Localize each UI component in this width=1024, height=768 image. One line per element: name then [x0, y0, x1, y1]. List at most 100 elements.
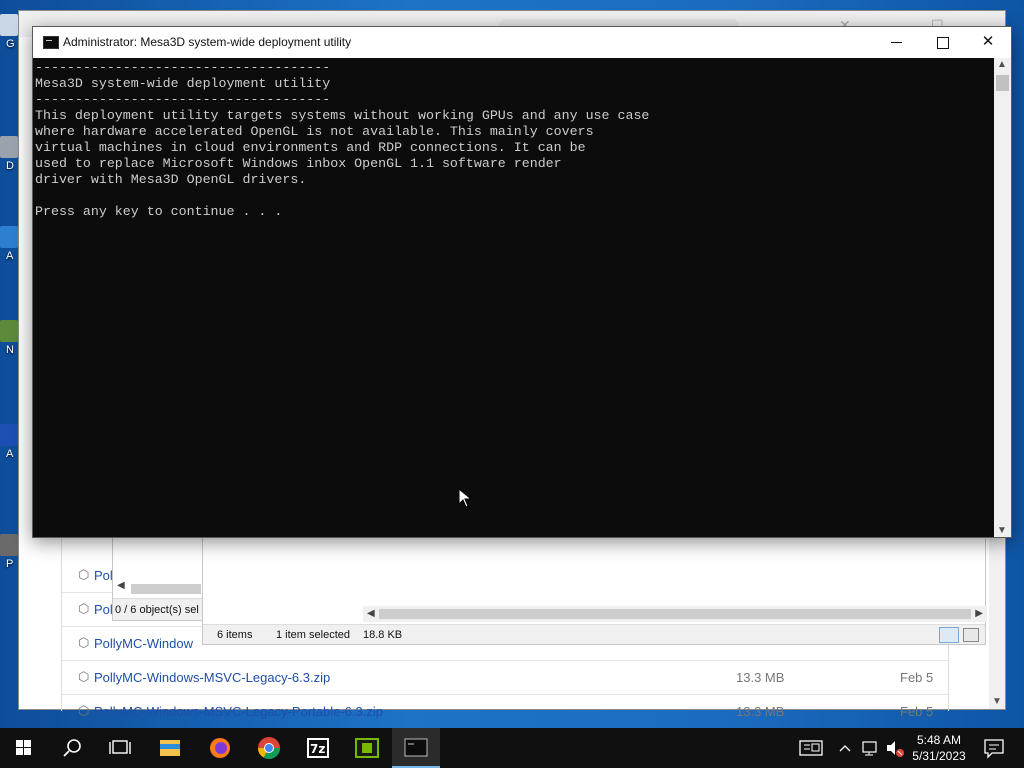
console-line: driver with Mesa3D OpenGL drivers. — [35, 172, 307, 187]
desktop-icon[interactable]: A — [0, 424, 20, 460]
task-view-button[interactable] — [96, 728, 144, 768]
desktop-icon[interactable]: G — [0, 14, 20, 50]
taskbar: 7z 5:48 AM 5/31/2023 — [0, 728, 1024, 768]
clock-date: 5/31/2023 — [912, 749, 966, 763]
console-line: Press any key to continue . . . — [35, 204, 283, 219]
console-line: virtual machines in cloud environments a… — [35, 140, 586, 155]
start-button[interactable] — [0, 728, 48, 768]
package-icon: ⬡ — [78, 601, 90, 616]
package-icon: ⬡ — [78, 703, 90, 718]
console-line: This deployment utility targets systems … — [35, 108, 650, 123]
file-link[interactable]: PollyMC-Windows-MSVC-Legacy-Portable-6.3… — [94, 704, 383, 719]
details-view-icon[interactable] — [939, 627, 959, 643]
scroll-up-icon[interactable]: ▲ — [997, 59, 1007, 70]
console-window[interactable]: Administrator: Mesa3D system-wide deploy… — [32, 26, 1012, 538]
svg-text:7z: 7z — [310, 742, 325, 756]
desktop-shortcut-icon — [0, 136, 18, 158]
desktop-shortcut-icon — [0, 424, 18, 446]
console-icon — [404, 738, 428, 757]
notification-icon[interactable] — [980, 728, 1008, 768]
chrome-icon — [258, 737, 280, 759]
clock-time: 5:48 AM — [916, 733, 962, 747]
item-count: 6 items — [217, 629, 253, 641]
taskbar-app-chrome[interactable] — [245, 728, 293, 768]
console-line: ------------------------------------- — [35, 60, 331, 75]
console-line: Mesa3D system-wide deployment utility — [35, 76, 331, 91]
desktop-icon[interactable]: A — [0, 226, 20, 262]
console-app-icon[interactable] — [43, 36, 59, 49]
firefox-icon — [210, 738, 230, 758]
desktop-shortcut-icon — [0, 14, 18, 36]
desktop-icon-label: G — [6, 38, 15, 50]
console-line: where hardware accelerated OpenGL is not… — [35, 124, 594, 139]
scroll-right-icon[interactable]: ▶ — [975, 608, 983, 619]
horizontal-scrollbar[interactable]: ◀ ▶ — [363, 606, 987, 622]
file-date: Feb 5 — [900, 670, 934, 685]
file-link[interactable]: PollyMC-Windows-MSVC-Legacy-6.3.zip — [94, 670, 330, 685]
desktop-icon[interactable]: P — [0, 534, 20, 570]
maximize-button[interactable] — [919, 27, 965, 57]
scroll-thumb[interactable] — [996, 75, 1009, 91]
mouse-cursor-icon — [458, 488, 473, 508]
desktop-shortcut-icon — [0, 226, 18, 248]
console-titlebar[interactable]: Administrator: Mesa3D system-wide deploy… — [33, 27, 1011, 58]
taskbar-app-firefox[interactable] — [196, 728, 244, 768]
7zip-left-status: 0 / 6 object(s) sel — [113, 598, 203, 620]
taskbar-app-file-explorer[interactable] — [146, 728, 194, 768]
start-icon — [16, 740, 31, 755]
news-icon[interactable] — [796, 728, 826, 768]
selection-size: 18.8 KB — [363, 629, 403, 641]
minimize-button[interactable] — [873, 27, 919, 57]
desktop-icon-label: A — [6, 250, 14, 262]
taskbar-app-7zip[interactable]: 7z — [294, 728, 342, 768]
desktop-shortcut-icon — [0, 534, 18, 556]
taskbar-clock[interactable]: 5:48 AM 5/31/2023 — [906, 732, 972, 764]
scroll-down-icon[interactable]: ▼ — [997, 525, 1007, 536]
file-link[interactable]: PollyMC-Window — [94, 636, 193, 651]
package-icon: ⬡ — [78, 635, 90, 650]
desktop-icon-label: A — [6, 448, 14, 460]
console-output[interactable]: ------------------------------------- Me… — [33, 58, 994, 537]
taskbar-app-console[interactable] — [392, 728, 440, 768]
scroll-left-icon[interactable]: ◀ — [367, 608, 375, 619]
7zip-icon: 7z — [307, 738, 329, 758]
list-item[interactable]: ⬡ PollyMC-Windows-MSVC-Legacy-6.3.zip 13… — [62, 661, 950, 695]
volume-muted-icon[interactable] — [884, 728, 906, 768]
console-line: ------------------------------------- — [35, 92, 331, 107]
package-icon: ⬡ — [78, 567, 90, 582]
nvidia-icon — [355, 738, 379, 758]
search-icon — [63, 739, 81, 757]
console-scrollbar[interactable]: ▲ ▼ — [994, 58, 1011, 537]
desktop-icon-label: D — [6, 160, 14, 172]
package-icon: ⬡ — [78, 669, 90, 684]
task-view-icon — [109, 740, 131, 754]
console-line: used to replace Microsoft Windows inbox … — [35, 156, 562, 171]
desktop-icon[interactable]: D — [0, 136, 20, 172]
taskbar-app-nvidia[interactable] — [343, 728, 391, 768]
chevron-up-icon[interactable] — [836, 728, 854, 768]
file-date: Feb 5 — [900, 704, 934, 719]
file-size: 13.3 MB — [736, 704, 785, 719]
window-title: Administrator: Mesa3D system-wide deploy… — [63, 35, 352, 49]
horizontal-scroll-thumb[interactable] — [379, 609, 971, 619]
7zip-folder-pane: ◀ 0 / 6 object(s) sel — [112, 537, 204, 621]
file-link[interactable]: Pol — [94, 568, 113, 583]
7zip-file-pane: ◀ ▶ 6 items 1 item selected 18.8 KB — [202, 537, 987, 645]
desktop-icon[interactable]: N — [0, 320, 20, 356]
preview-view-icon[interactable] — [963, 628, 979, 642]
search-button[interactable] — [48, 728, 96, 768]
horizontal-scroll-thumb[interactable] — [131, 584, 201, 594]
network-icon[interactable] — [860, 728, 882, 768]
file-size: 13.3 MB — [736, 670, 785, 685]
list-item[interactable]: ⬡ PollyMC-Windows-MSVC-Legacy-Portable-6… — [62, 695, 950, 729]
scroll-down-icon[interactable]: ▼ — [992, 696, 1002, 707]
scroll-left-icon[interactable]: ◀ — [117, 580, 125, 591]
selection-count: 1 item selected — [276, 629, 350, 641]
desktop-shortcut-icon — [0, 320, 18, 342]
file-link[interactable]: Pol — [94, 602, 113, 617]
desktop-icon-label: N — [6, 344, 14, 356]
7zip-statusbar: 6 items 1 item selected 18.8 KB — [203, 624, 985, 644]
desktop-icon-label: P — [6, 558, 14, 570]
close-button[interactable]: ✕ — [965, 27, 1011, 57]
